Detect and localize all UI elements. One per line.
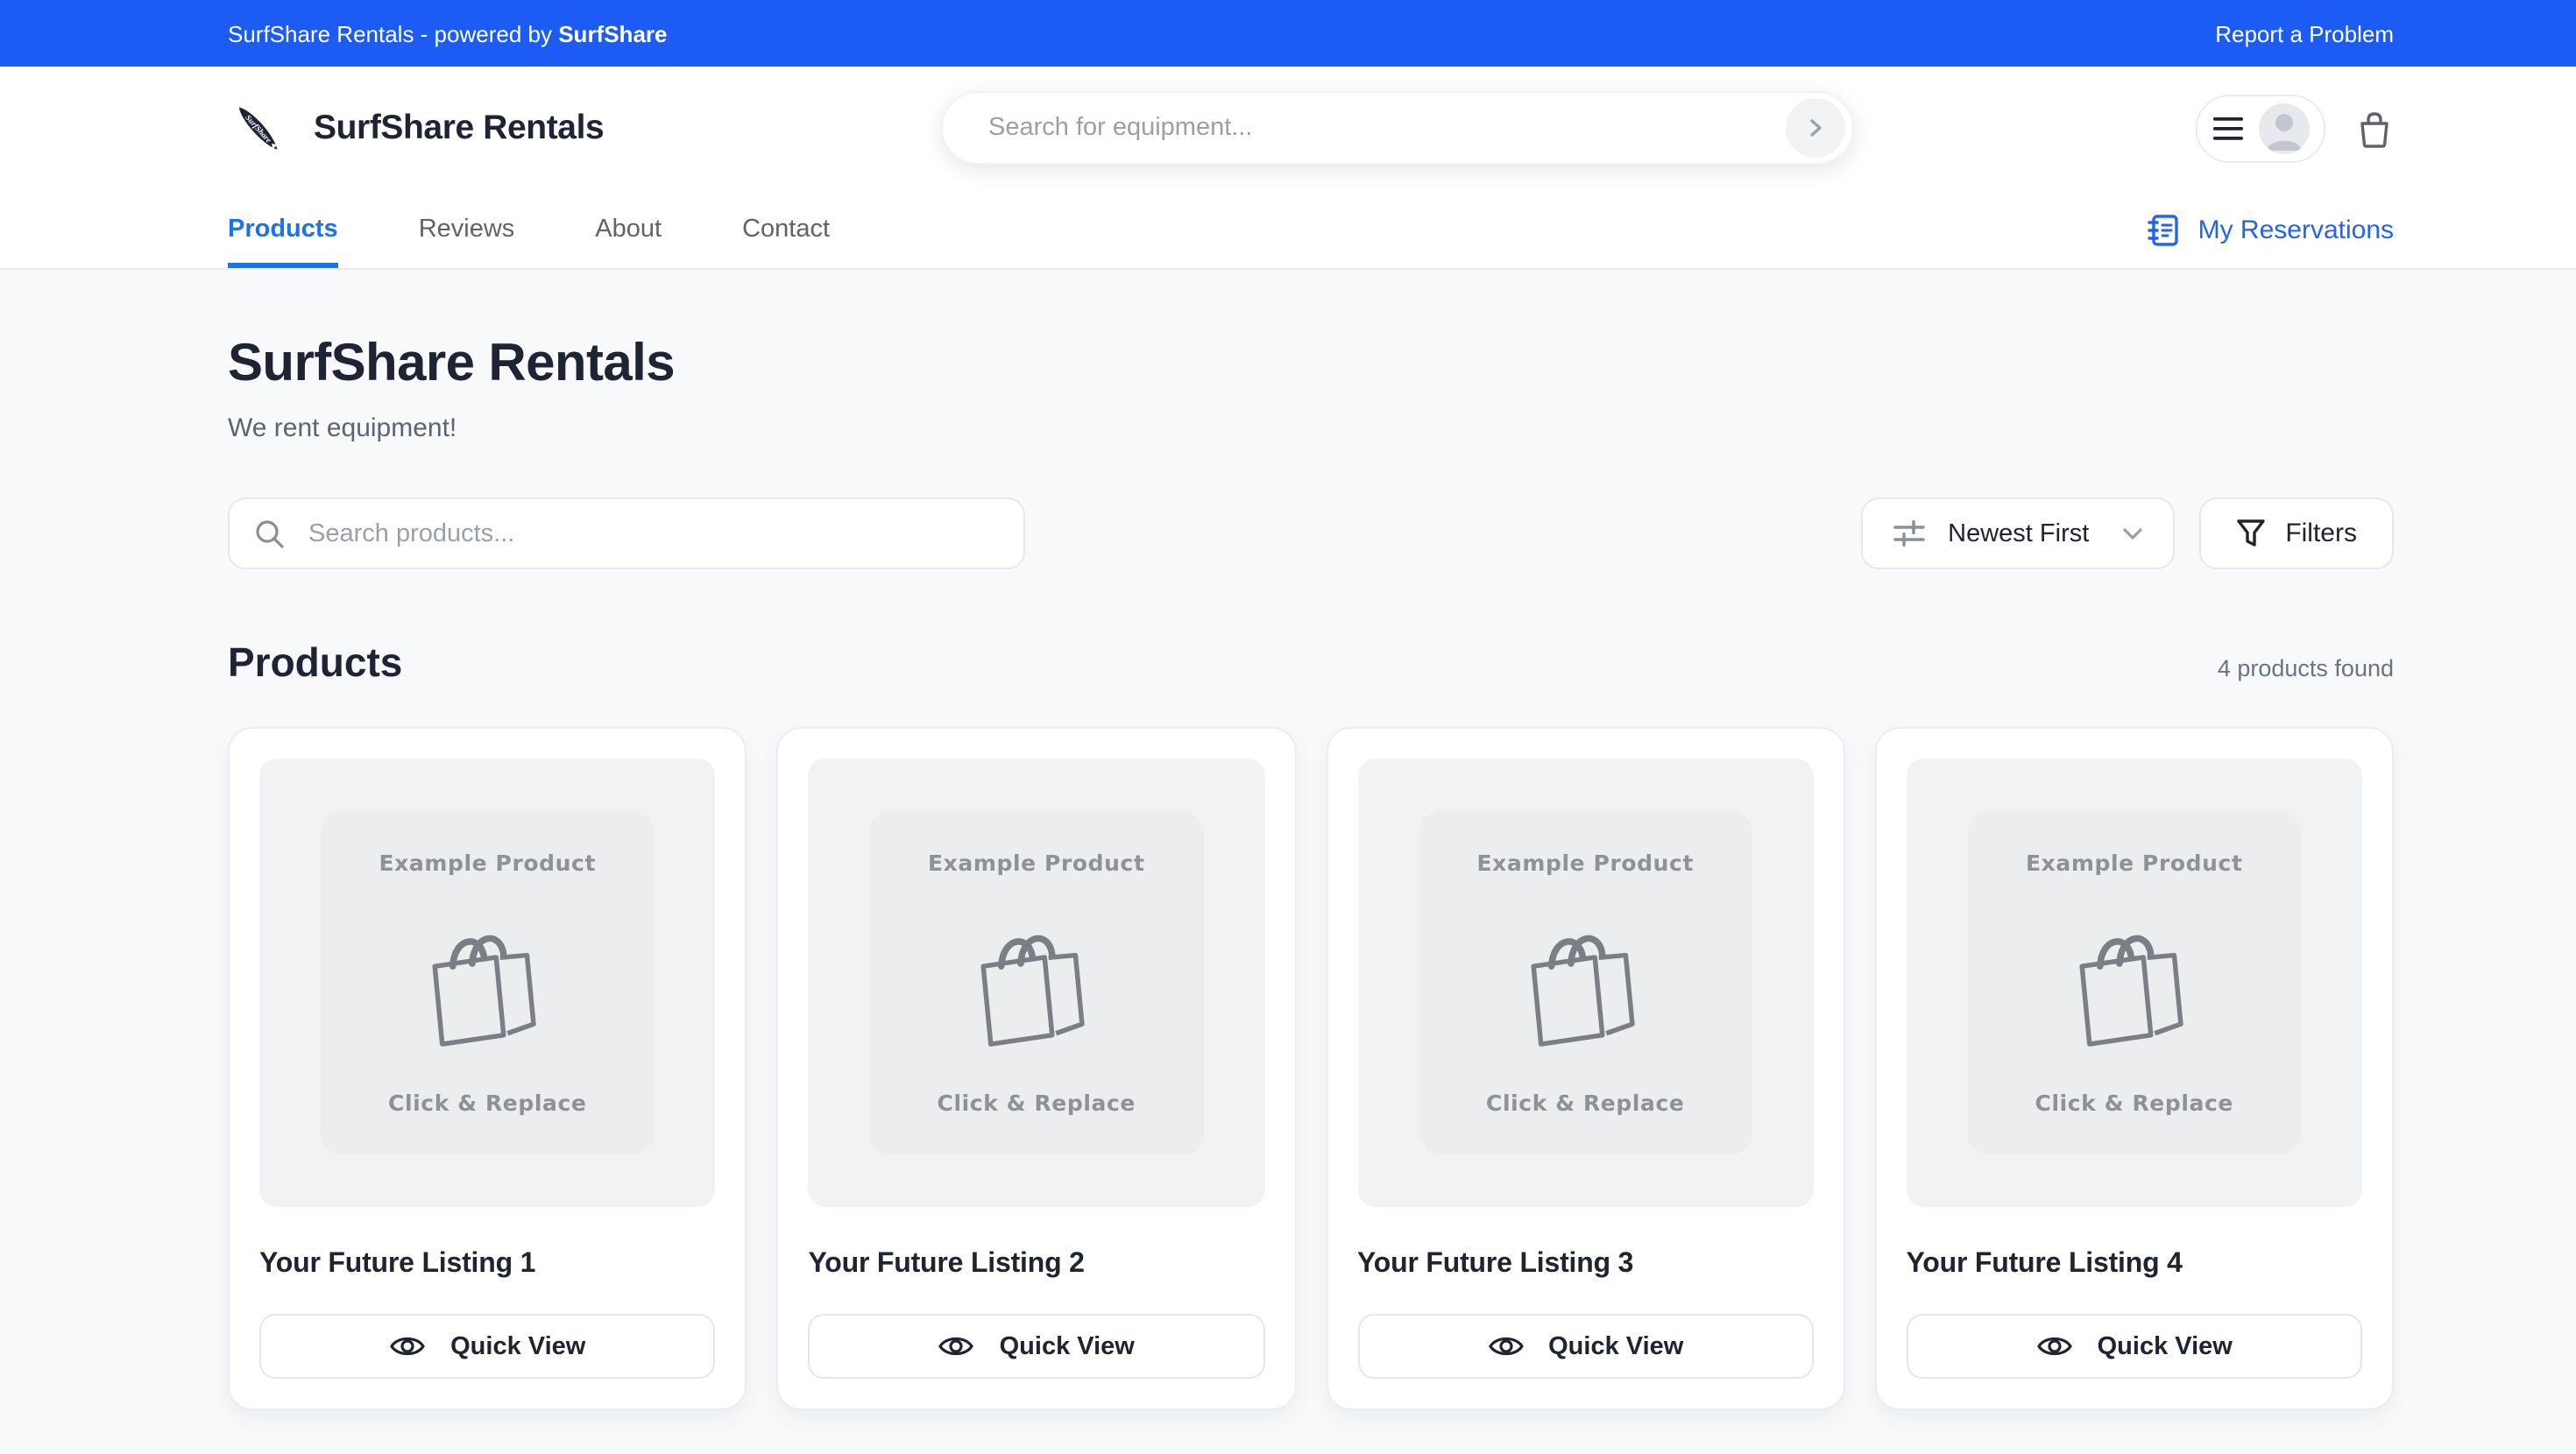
chevron-right-icon: [1801, 114, 1829, 142]
brand[interactable]: SurfShare SurfShare Rentals: [228, 98, 604, 159]
image-placeholder-content: Example Product Click & Replace: [1968, 811, 2302, 1154]
eye-icon: [1487, 1333, 1524, 1359]
search-submit-button[interactable]: [1786, 98, 1845, 158]
eye-icon: [2036, 1333, 2073, 1359]
user-avatar-icon: [2258, 103, 2309, 154]
placeholder-title: Example Product: [928, 850, 1145, 876]
sort-value: Newest First: [1948, 519, 2089, 547]
svg-text:SurfShare: SurfShare: [244, 113, 273, 145]
header: SurfShare SurfShare Rentals: [0, 67, 2576, 191]
product-card: Example Product Click & Replace Your Fut…: [228, 727, 747, 1410]
quick-view-label: Quick View: [1000, 1332, 1135, 1360]
products-grid: Example Product Click & Replace Your Fut…: [228, 727, 2394, 1410]
quick-view-button[interactable]: Quick View: [1357, 1314, 1814, 1379]
products-section-header: Products 4 products found: [228, 639, 2394, 687]
announcement-prefix: SurfShare Rentals - powered by: [228, 20, 558, 46]
equipment-search-input[interactable]: [985, 112, 1786, 144]
announcement-bar: SurfShare Rentals - powered by SurfShare…: [0, 0, 2576, 67]
eye-icon: [938, 1333, 975, 1359]
placeholder-caption: Click & Replace: [938, 1090, 1136, 1116]
page-title: SurfShare Rentals: [228, 335, 2394, 394]
main-content: SurfShare Rentals We rent equipment!: [0, 270, 2576, 1454]
nav-items: Products Reviews About Contact: [228, 191, 830, 268]
products-heading: Products: [228, 639, 402, 687]
tab-about[interactable]: About: [595, 191, 662, 268]
shopping-bag-icon[interactable]: [2355, 109, 2394, 149]
quick-view-label: Quick View: [450, 1332, 585, 1360]
shopping-bag-placeholder-icon: [1513, 916, 1657, 1049]
avatar: [2258, 103, 2309, 154]
quick-view-label: Quick View: [1548, 1332, 1683, 1360]
quick-view-label: Quick View: [2098, 1332, 2233, 1360]
product-card: Example Product Click & Replace Your Fut…: [1326, 727, 1845, 1410]
announcement-text: SurfShare Rentals - powered by SurfShare: [228, 20, 668, 46]
products-count: 4 products found: [2218, 655, 2394, 687]
image-placeholder-content: Example Product Click & Replace: [870, 811, 1204, 1154]
announcement-brand: SurfShare: [558, 20, 667, 46]
funnel-icon: [2236, 519, 2266, 548]
products-toolbar: Newest First Filters: [228, 498, 2394, 569]
filters-label: Filters: [2285, 519, 2357, 548]
product-card: Example Product Click & Replace Your Fut…: [777, 727, 1297, 1410]
notebook-icon: [2148, 213, 2181, 246]
main-nav: Products Reviews About Contact My Reserv…: [0, 191, 2576, 270]
placeholder-caption: Click & Replace: [388, 1090, 586, 1116]
placeholder-caption: Click & Replace: [2035, 1090, 2233, 1116]
chevron-down-icon: [2122, 526, 2143, 540]
my-reservations-link[interactable]: My Reservations: [2148, 191, 2394, 268]
equipment-search-bar[interactable]: [941, 91, 1854, 165]
image-placeholder-content: Example Product Click & Replace: [1419, 811, 1752, 1154]
report-a-problem-link[interactable]: Report a Problem: [2215, 20, 2394, 46]
my-reservations-label: My Reservations: [2198, 215, 2394, 244]
quick-view-button[interactable]: Quick View: [809, 1314, 1265, 1379]
placeholder-title: Example Product: [1476, 850, 1694, 876]
product-title: Your Future Listing 3: [1357, 1249, 1814, 1281]
product-title: Your Future Listing 2: [809, 1249, 1265, 1281]
product-card: Example Product Click & Replace Your Fut…: [1875, 727, 2395, 1410]
account-menu-button[interactable]: [2196, 95, 2325, 163]
search-icon: [254, 518, 286, 549]
product-image-placeholder[interactable]: Example Product Click & Replace: [1357, 759, 1814, 1207]
store-name: SurfShare Rentals: [314, 109, 604, 149]
tab-products[interactable]: Products: [228, 191, 338, 268]
product-image-placeholder[interactable]: Example Product Click & Replace: [1907, 759, 2363, 1207]
eye-icon: [389, 1333, 426, 1359]
header-actions: [2196, 95, 2394, 163]
shopping-bag-placeholder-icon: [2063, 916, 2206, 1049]
product-title: Your Future Listing 4: [1907, 1249, 2363, 1281]
product-image-placeholder[interactable]: Example Product Click & Replace: [259, 759, 716, 1207]
image-placeholder-content: Example Product Click & Replace: [321, 811, 655, 1154]
placeholder-title: Example Product: [2026, 850, 2243, 876]
shopping-bag-placeholder-icon: [415, 916, 559, 1049]
hamburger-menu-icon: [2212, 117, 2242, 140]
product-image-placeholder[interactable]: Example Product Click & Replace: [809, 759, 1265, 1207]
sort-dropdown[interactable]: Newest First: [1860, 498, 2175, 569]
placeholder-title: Example Product: [379, 850, 596, 876]
shopping-bag-placeholder-icon: [965, 916, 1108, 1049]
tab-contact[interactable]: Contact: [742, 191, 830, 268]
quick-view-button[interactable]: Quick View: [1907, 1314, 2363, 1379]
tab-reviews[interactable]: Reviews: [419, 191, 515, 268]
product-title: Your Future Listing 1: [259, 1249, 716, 1281]
page-subtitle: We rent equipment!: [228, 413, 2394, 443]
placeholder-caption: Click & Replace: [1486, 1090, 1684, 1116]
page: SurfShare Rentals - powered by SurfShare…: [0, 0, 2576, 1454]
toolbar-actions: Newest First Filters: [1860, 498, 2394, 569]
filters-button[interactable]: Filters: [2199, 498, 2394, 569]
quick-view-button[interactable]: Quick View: [259, 1314, 716, 1379]
sliders-icon: [1892, 517, 1925, 550]
surfboard-logo-icon: SurfShare: [228, 98, 289, 159]
products-search-field[interactable]: [228, 498, 1025, 569]
products-search-input[interactable]: [305, 518, 999, 549]
